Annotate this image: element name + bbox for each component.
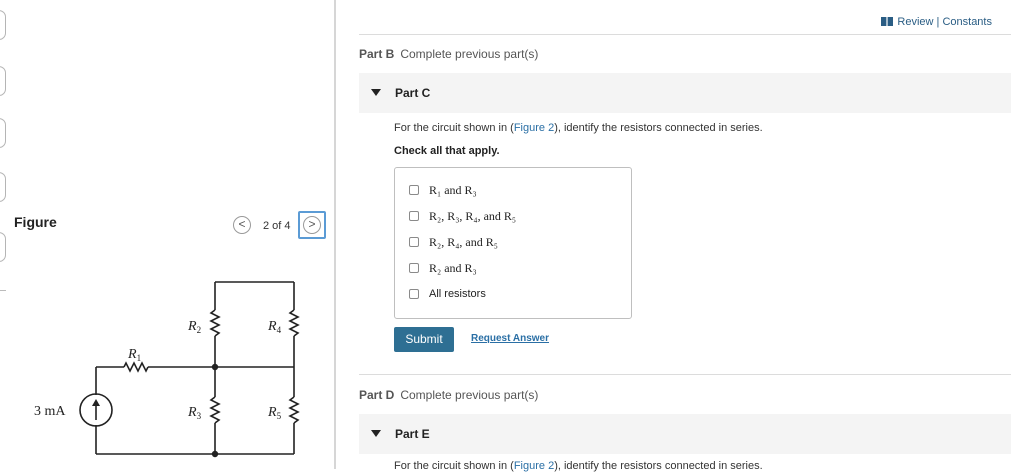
- panel-divider: [334, 0, 336, 469]
- question-text-end: ), identify the resistors connected in s…: [554, 122, 763, 134]
- option-r1-r3[interactable]: R₁ and R₃: [409, 182, 477, 198]
- question-text-start: For the circuit shown in (: [394, 122, 514, 134]
- resistor-label-r2: R2: [187, 319, 201, 335]
- collapse-triangle-icon: [371, 89, 381, 96]
- divider: [359, 34, 1011, 35]
- checkbox[interactable]: [409, 289, 419, 299]
- question-text-end: ), identify the resistors connected in s…: [554, 460, 763, 472]
- divider: [359, 374, 1011, 375]
- submit-button[interactable]: Submit: [394, 327, 454, 352]
- resistor-label-r3: R3: [187, 405, 202, 421]
- edge-tab: [0, 10, 6, 40]
- part-c-question: For the circuit shown in (Figure 2), ide…: [394, 122, 763, 134]
- book-icon: [881, 17, 894, 26]
- option-r2-r4-r5[interactable]: R₂, R₄, and R₅: [409, 234, 498, 250]
- part-d-name: Part D: [359, 388, 395, 402]
- circuit-diagram: 3 mA R1 R2 R3 R4 R5: [34, 281, 300, 458]
- part-d-row: Part D Complete previous part(s): [359, 388, 538, 402]
- resistor-label-r5: R5: [267, 405, 282, 421]
- request-answer-link[interactable]: Request Answer: [471, 333, 549, 344]
- figure-page-count: 2 of 4: [263, 220, 291, 232]
- figure-next-focus-ring: >: [298, 211, 326, 239]
- edge-tab: [0, 172, 6, 202]
- part-c-name: Part C: [395, 86, 431, 100]
- review-constants-link[interactable]: Review | Constants: [881, 16, 992, 28]
- figure-link[interactable]: Figure 2: [514, 460, 554, 472]
- edge-tab: [0, 232, 6, 262]
- option-label: R₂ and R₃: [429, 260, 477, 275]
- option-label: R₁ and R₃: [429, 182, 477, 197]
- part-c-header[interactable]: Part C: [359, 73, 1011, 113]
- figure-link[interactable]: Figure 2: [514, 122, 554, 134]
- checkbox[interactable]: [409, 185, 419, 195]
- figure-next-button[interactable]: >: [303, 216, 321, 234]
- option-label: R₂, R₄, and R₅: [429, 234, 498, 249]
- part-e-question: For the circuit shown in (Figure 2), ide…: [394, 460, 763, 472]
- review-constants-label: Review | Constants: [897, 16, 992, 28]
- edge-tab: [0, 118, 6, 148]
- question-text-start: For the circuit shown in (: [394, 460, 514, 472]
- option-label: R₂, R₃, R₄, and R₅: [429, 208, 517, 223]
- figure-panel: Figure < 2 of 4 > 3 mA R1 R2 R3 R4 R5: [0, 0, 336, 469]
- checkbox[interactable]: [409, 263, 419, 273]
- source-label: 3 mA: [34, 404, 66, 419]
- part-d-status: Complete previous part(s): [400, 388, 539, 402]
- edge-divider: [0, 290, 6, 291]
- option-label: All resistors: [429, 288, 486, 300]
- resistor-label-r1: R1: [127, 347, 141, 363]
- checkbox[interactable]: [409, 237, 419, 247]
- option-r2-r3[interactable]: R₂ and R₃: [409, 260, 477, 276]
- option-r2-r3-r4-r5[interactable]: R₂, R₃, R₄, and R₅: [409, 208, 516, 224]
- checkbox[interactable]: [409, 211, 419, 221]
- option-all-resistors[interactable]: All resistors: [409, 286, 486, 302]
- edge-tab: [0, 66, 6, 96]
- part-e-name: Part E: [395, 427, 430, 441]
- part-b-row: Part B Complete previous part(s): [359, 47, 538, 61]
- collapse-triangle-icon: [371, 430, 381, 437]
- part-b-name: Part B: [359, 47, 395, 61]
- part-e-header[interactable]: Part E: [359, 414, 1011, 454]
- part-b-status: Complete previous part(s): [400, 47, 539, 61]
- part-c-instruction: Check all that apply.: [394, 145, 500, 157]
- figure-prev-button[interactable]: <: [233, 216, 251, 234]
- answer-options-box: R₁ and R₃ R₂, R₃, R₄, and R₅ R₂, R₄, and…: [394, 167, 632, 319]
- figure-title: Figure: [14, 214, 57, 230]
- resistor-label-r4: R4: [267, 319, 282, 335]
